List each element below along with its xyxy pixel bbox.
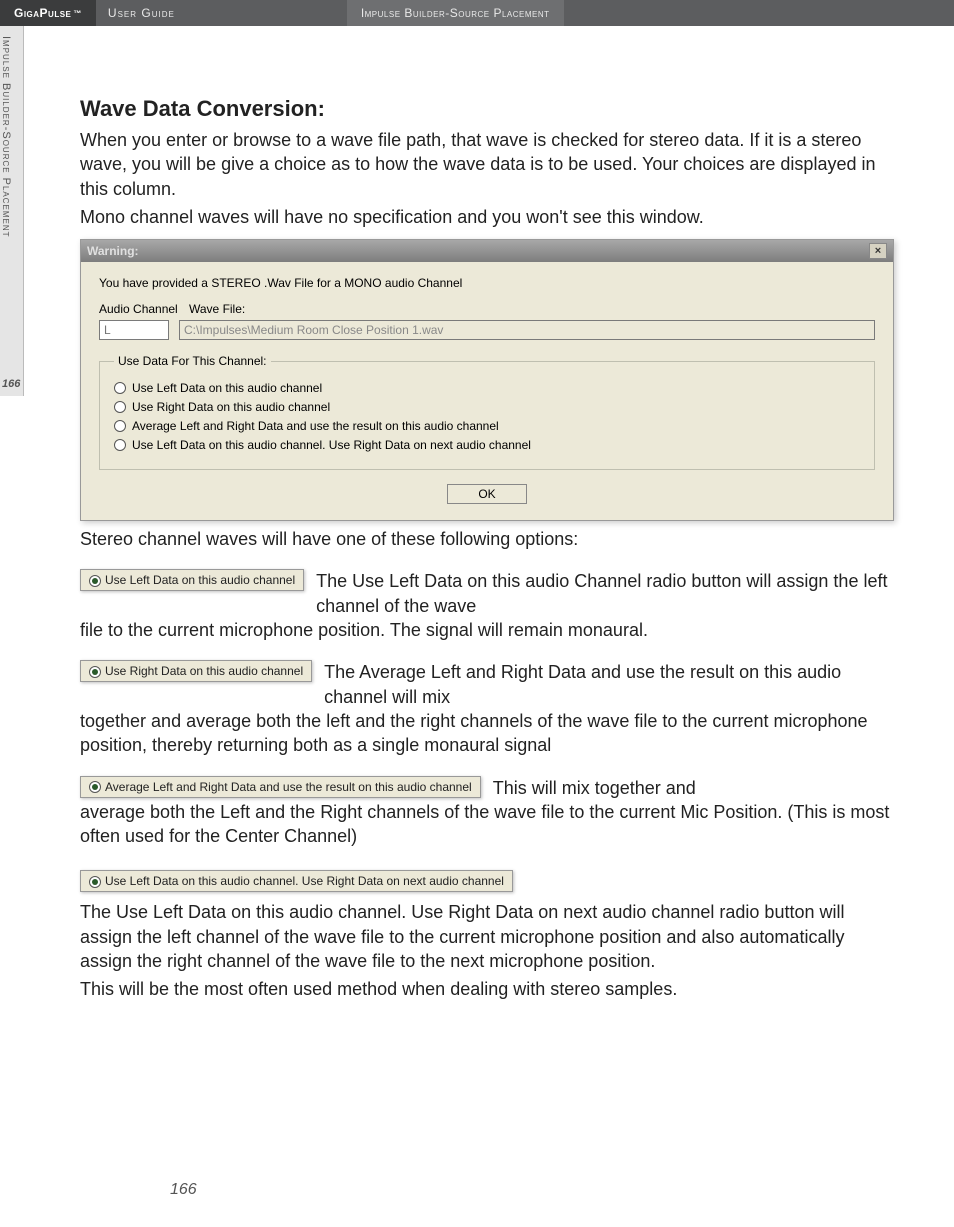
radio-widget-average[interactable]: Average Left and Right Data and use the …	[80, 776, 481, 798]
group-legend: Use Data For This Channel:	[114, 354, 271, 368]
radio-widget-left[interactable]: Use Left Data on this audio channel	[80, 569, 304, 591]
dialog-message: You have provided a STEREO .Wav File for…	[99, 276, 875, 290]
radio-icon	[114, 439, 126, 451]
radio-widget-label: Use Right Data on this audio channel	[105, 664, 303, 678]
radio-icon	[114, 420, 126, 432]
radio-option-split[interactable]: Use Left Data on this audio channel. Use…	[114, 438, 860, 452]
widget4-text-b: This will be the most often used method …	[80, 977, 894, 1001]
radio-widget-split[interactable]: Use Left Data on this audio channel. Use…	[80, 870, 513, 892]
widget4-text-a: The Use Left Data on this audio channel.…	[80, 900, 894, 973]
radio-icon	[89, 666, 101, 678]
radio-option-right[interactable]: Use Right Data on this audio channel	[114, 400, 860, 414]
footer-page-number: 166	[170, 1181, 197, 1199]
widget1-text-a: The Use Left Data on this audio Channel …	[316, 569, 894, 618]
radio-label: Use Right Data on this audio channel	[132, 400, 330, 414]
radio-widget-right[interactable]: Use Right Data on this audio channel	[80, 660, 312, 682]
radio-option-left[interactable]: Use Left Data on this audio channel	[114, 381, 860, 395]
intro-paragraph-2: Mono channel waves will have no specific…	[80, 205, 894, 229]
widget3-text-a: This will mix together and	[493, 776, 894, 800]
after-dialog-text: Stereo channel waves will have one of th…	[80, 527, 894, 551]
radio-icon	[89, 781, 101, 793]
doc-section: Impulse Builder-Source Placement	[347, 0, 564, 26]
radio-widget-label: Average Left and Right Data and use the …	[105, 780, 472, 794]
warning-dialog: Warning: × You have provided a STEREO .W…	[80, 239, 894, 521]
radio-label: Use Left Data on this audio channel. Use…	[132, 438, 531, 452]
top-bar: GigaPulse™ User Guide Impulse Builder-So…	[0, 0, 954, 26]
widget1-text-b: file to the current microphone position.…	[80, 618, 894, 642]
dialog-title-text: Warning:	[87, 244, 139, 258]
side-tab-label: Impulse Builder-Source Placement	[0, 26, 16, 238]
intro-paragraph-1: When you enter or browse to a wave file …	[80, 128, 894, 201]
side-tab: Impulse Builder-Source Placement 166	[0, 26, 24, 396]
close-icon[interactable]: ×	[869, 243, 887, 259]
radio-widget-label: Use Left Data on this audio channel. Use…	[105, 874, 504, 888]
use-data-group: Use Data For This Channel: Use Left Data…	[99, 354, 875, 470]
wave-file-label: Wave File:	[189, 302, 245, 316]
radio-widget-label: Use Left Data on this audio channel	[105, 573, 295, 587]
audio-channel-label: Audio Channel	[99, 302, 179, 316]
radio-icon	[89, 575, 101, 587]
ok-button[interactable]: OK	[447, 484, 527, 504]
trademark: ™	[73, 9, 82, 18]
widget2-text-a: The Average Left and Right Data and use …	[324, 660, 894, 709]
doc-subtitle: User Guide	[96, 6, 187, 20]
dialog-titlebar: Warning: ×	[81, 240, 893, 262]
side-tab-page: 166	[2, 378, 20, 390]
radio-label: Average Left and Right Data and use the …	[132, 419, 499, 433]
radio-icon	[89, 876, 101, 888]
radio-icon	[114, 382, 126, 394]
radio-label: Use Left Data on this audio channel	[132, 381, 322, 395]
radio-icon	[114, 401, 126, 413]
widget2-text-b: together and average both the left and t…	[80, 709, 894, 758]
widget3-text-b: average both the Left and the Right chan…	[80, 800, 894, 849]
audio-channel-input[interactable]	[99, 320, 169, 340]
brand-block: GigaPulse™	[0, 0, 96, 26]
radio-option-average[interactable]: Average Left and Right Data and use the …	[114, 419, 860, 433]
wave-file-input[interactable]	[179, 320, 875, 340]
brand-name: GigaPulse	[14, 6, 71, 20]
section-heading: Wave Data Conversion:	[80, 96, 894, 122]
